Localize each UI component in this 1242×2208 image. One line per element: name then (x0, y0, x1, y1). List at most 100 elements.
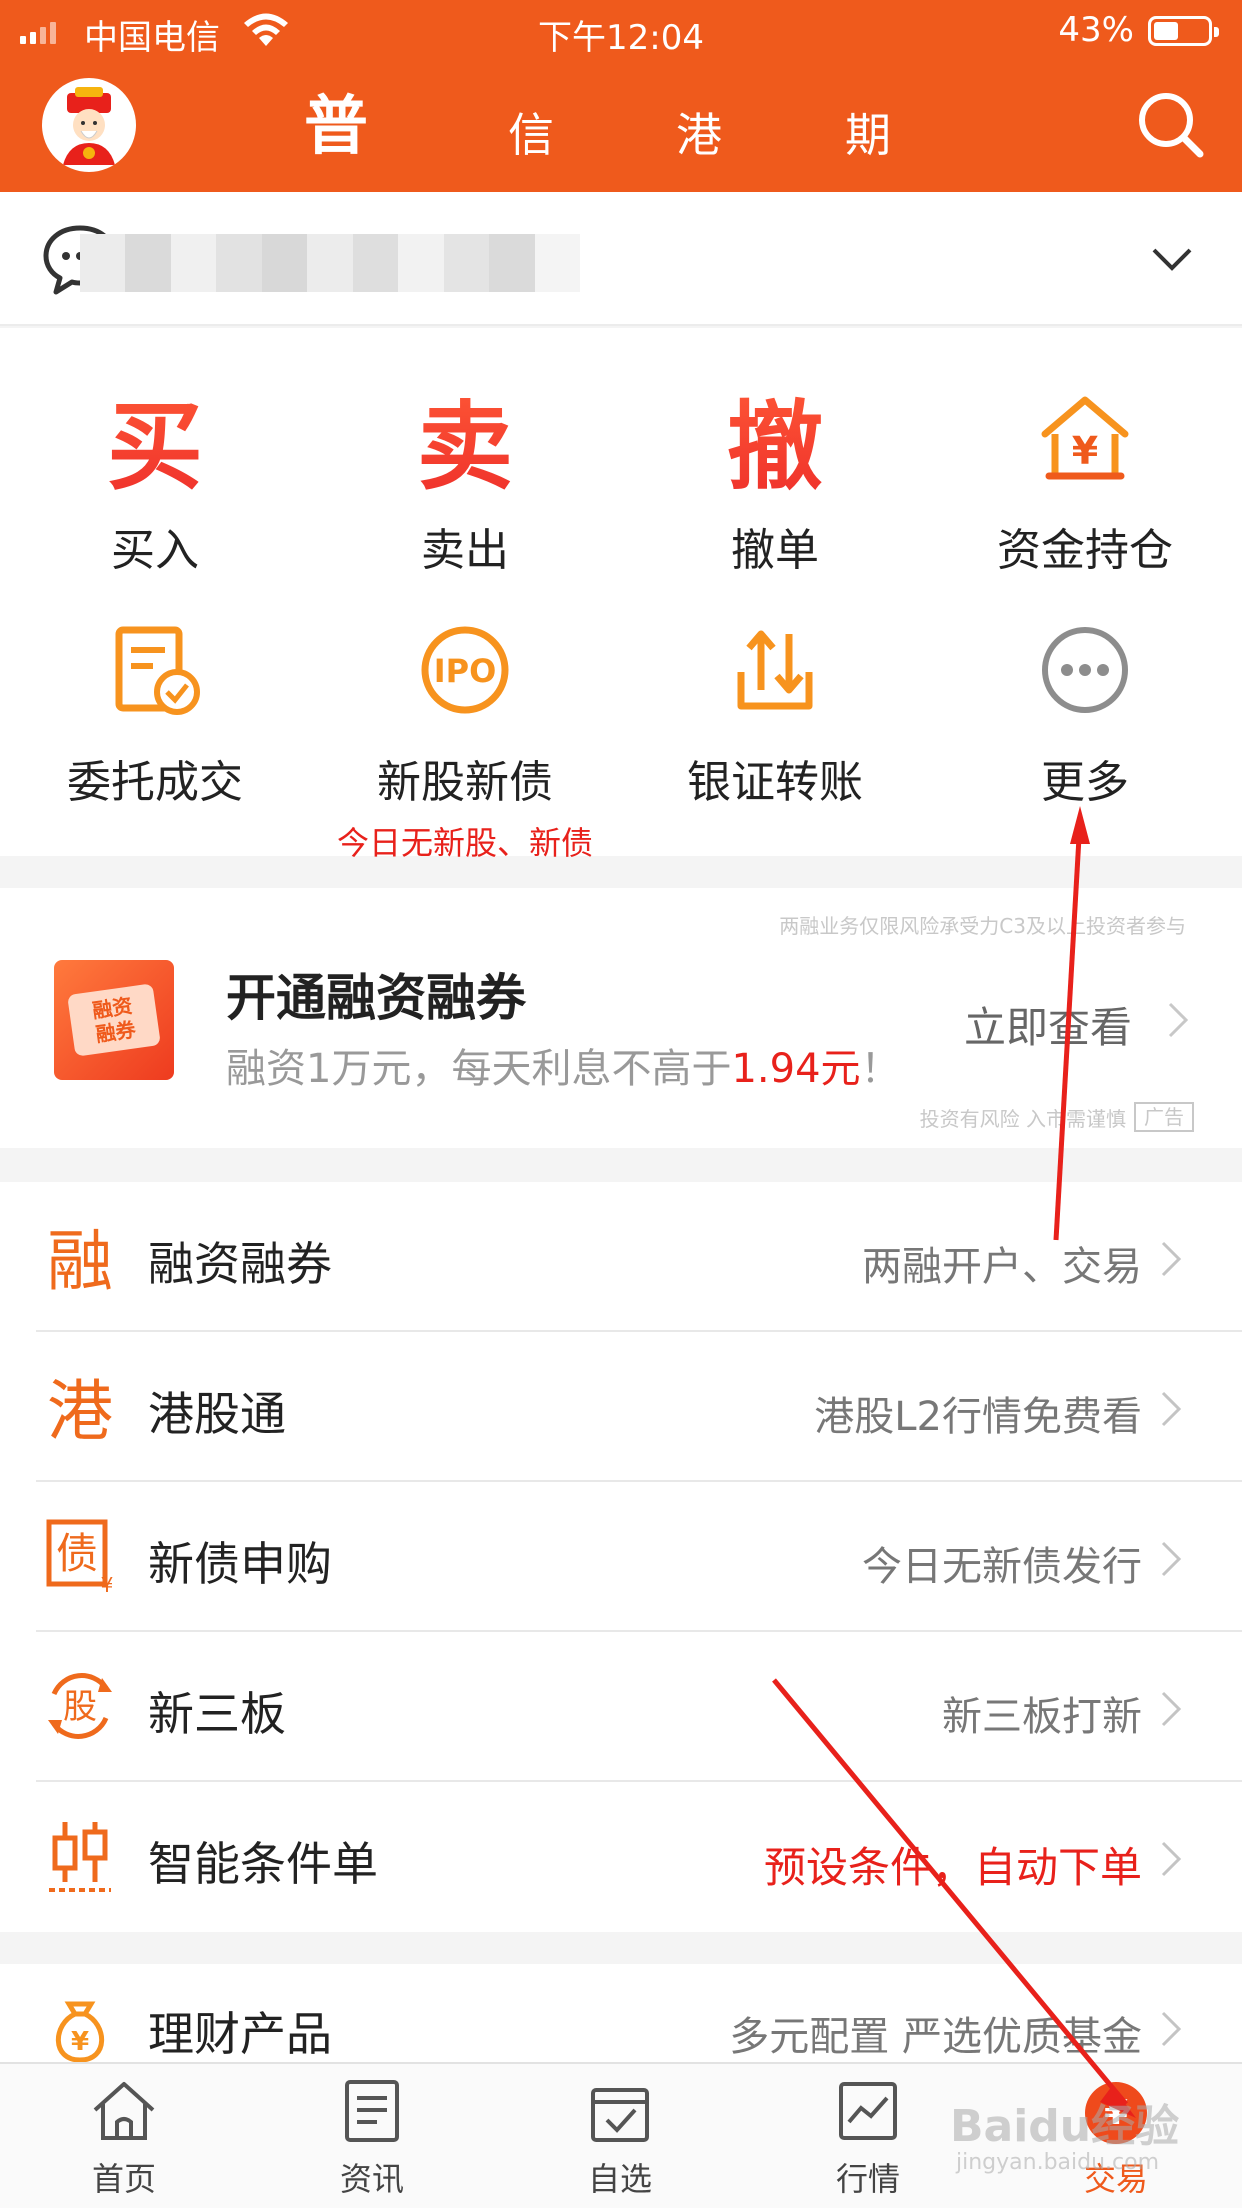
ad-disclaimer: 两融业务仅限风险承受力C3及以上投资者参与 (779, 914, 1186, 938)
list-item-hk-connect[interactable]: 港 港股通 港股L2行情免费看 (0, 1332, 1242, 1482)
chevron-right-icon (1168, 1002, 1189, 1038)
margin-trading-ad[interactable]: 两融业务仅限风险承受力C3及以上投资者参与 融资 融券 开通融资融券 融资1万元，… (0, 888, 1242, 1148)
ipo-icon: IPO (421, 626, 509, 714)
action-label: 新股新债 (377, 757, 553, 808)
candle-icon (40, 1816, 120, 1896)
blurred-notice-text (80, 234, 580, 292)
nav-label: 资讯 (339, 2160, 404, 2198)
nav-label: 行情 (835, 2160, 900, 2198)
action-label: 买入 (111, 525, 199, 576)
svg-text:股: 股 (63, 1687, 97, 1727)
action-label: 资金持仓 (997, 525, 1173, 576)
tab-futures[interactable]: 期货 (845, 70, 891, 292)
status-bar: 中国电信 下午12:04 43% (0, 0, 1242, 62)
list-item-title: 港股通 (148, 1387, 286, 1441)
nav-home[interactable]: 首页 (24, 2078, 224, 2200)
list-item-margin-trading[interactable]: 融 融资融券 两融开户、交易 (0, 1182, 1242, 1332)
cancel-glyph: 撤 (727, 369, 823, 508)
service-list: 融 融资融券 两融开户、交易 港 港股通 港股L2行情免费看 债 ¥ 新债申购 … (0, 1182, 1242, 1932)
svg-text:IPO: IPO (434, 652, 497, 690)
entrust-doc-icon (115, 626, 200, 715)
svg-text:¥: ¥ (1072, 429, 1098, 473)
battery-percent: 43% (1058, 10, 1134, 50)
ipo-status: 今日无新股、新债 (336, 824, 593, 862)
chevron-right-icon (1161, 1241, 1182, 1277)
stock-circle-icon: 股 (40, 1666, 120, 1746)
baidu-watermark: Baidu经验 (950, 2101, 1180, 2152)
list-item-new-third-board[interactable]: 股 新三板 新三板打新 (0, 1632, 1242, 1782)
chevron-right-icon (1161, 1691, 1182, 1727)
nav-label: 自选 (587, 2160, 652, 2198)
buy-glyph: 买 (107, 369, 203, 508)
ad-tag: 广告 (1134, 1102, 1194, 1132)
action-funds-positions[interactable]: ¥ 资金持仓 (930, 378, 1240, 578)
trade-action-grid: 买 买入 卖 卖出 撤 撤单 ¥ 资金持仓 委托成交 IPO 新股新债 今日无新… (0, 328, 1242, 862)
action-more[interactable]: 更多 (930, 610, 1240, 810)
list-item-value: 港股L2行情免费看 (814, 1394, 1142, 1440)
bank-transfer-icon (737, 630, 813, 710)
chevron-down-icon[interactable] (1150, 244, 1194, 274)
list-item-bond-subscription[interactable]: 债 ¥ 新债申购 今日无新债发行 (0, 1482, 1242, 1632)
list-item-value: 今日无新债发行 (862, 1544, 1142, 1590)
chevron-right-icon (1161, 2011, 1182, 2047)
action-cancel-order[interactable]: 撤 撤单 (620, 378, 930, 578)
service-list-2: ¥ 理财产品 多元配置 严选优质基金 (0, 1964, 1242, 2064)
chevron-right-icon (1161, 1841, 1182, 1877)
list-item-title: 理财产品 (148, 2007, 332, 2061)
action-bank-transfer[interactable]: 银证转账 (620, 610, 930, 810)
watchlist-icon (591, 2088, 649, 2142)
sell-glyph: 卖 (417, 369, 513, 508)
svg-text:债: 债 (56, 1529, 98, 1578)
action-label: 卖出 (421, 525, 509, 576)
list-item-value: 预设条件，自动下单 (763, 1843, 1142, 1892)
market-chart-icon (839, 2082, 897, 2140)
house-yen-icon: ¥ (1041, 396, 1129, 480)
action-sell[interactable]: 卖 卖出 (310, 378, 620, 578)
nav-label: 首页 (91, 2160, 156, 2198)
list-item-title: 新债申购 (148, 1537, 332, 1591)
avatar[interactable] (42, 78, 136, 172)
list-item-smart-order[interactable]: 智能条件单 预设条件，自动下单 (0, 1782, 1242, 1932)
money-bag-icon: ¥ (40, 1988, 120, 2068)
nav-market[interactable]: 行情 (768, 2078, 968, 2200)
chevron-right-icon (1161, 1541, 1182, 1577)
margin-icon: 融 (47, 1223, 113, 1300)
tab-hk-us[interactable]: 港美 (676, 70, 722, 292)
ad-description: 融资1万元，每天利息不高于1.94元！ (226, 1046, 901, 1092)
bond-icon: 债 ¥ (40, 1516, 120, 1596)
list-item-value: 两融开户、交易 (862, 1244, 1142, 1290)
nav-news[interactable]: 资讯 (272, 2078, 472, 2200)
baidu-watermark-url: jingyan.baidu.com (956, 2150, 1160, 2175)
clock: 下午12:04 (538, 18, 704, 58)
svg-text:¥: ¥ (71, 2027, 89, 2057)
chevron-right-icon (1161, 1391, 1182, 1427)
list-item-title: 融资融券 (148, 1237, 332, 1291)
action-entrust-deals[interactable]: 委托成交 (0, 610, 310, 810)
ad-ticket-image: 融资 融券 (54, 960, 174, 1080)
news-icon (345, 2080, 399, 2142)
search-icon[interactable] (1136, 90, 1206, 160)
ad-title: 开通融资融券 (226, 969, 526, 1027)
list-item-title: 智能条件单 (148, 1837, 378, 1891)
tab-credit[interactable]: 信用 (508, 70, 554, 292)
action-buy[interactable]: 买 买入 (0, 378, 310, 578)
battery-icon (1148, 16, 1219, 46)
home-icon (93, 2082, 155, 2140)
god-of-wealth-icon (63, 87, 115, 165)
notice-bar[interactable] (0, 192, 1242, 326)
app-header: 中国电信 下午12:04 43% 普通 信用 港美 期货 (0, 0, 1242, 294)
more-icon (1042, 627, 1128, 713)
tab-normal[interactable]: 普通 (304, 62, 368, 294)
action-label: 银证转账 (687, 757, 863, 808)
ad-view-now-link[interactable]: 立即查看 (964, 994, 1132, 1055)
hk-icon: 港 (47, 1373, 113, 1450)
action-label: 更多 (1041, 757, 1129, 808)
list-item-title: 新三板 (148, 1687, 286, 1741)
action-label: 撤单 (731, 525, 819, 576)
list-item-value: 新三板打新 (942, 1694, 1142, 1740)
nav-watchlist[interactable]: 自选 (520, 2078, 720, 2200)
action-ipo[interactable]: IPO 新股新债 今日无新股、新债 (310, 610, 620, 864)
ad-footer: 投资有风险 入市需谨慎 广告 (920, 1102, 1194, 1132)
list-item-value: 多元配置 严选优质基金 (729, 2014, 1142, 2060)
action-label: 委托成交 (67, 757, 243, 808)
